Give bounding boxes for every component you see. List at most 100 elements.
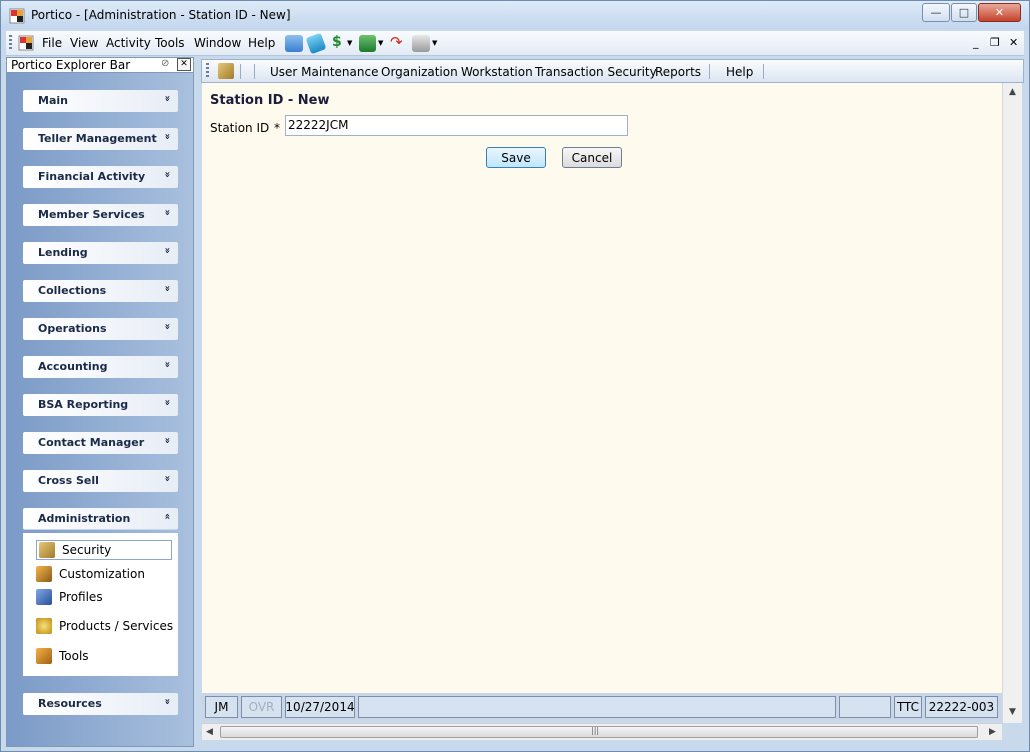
cash-dropdown-icon[interactable]: ▼ bbox=[378, 39, 383, 47]
status-station: 22222-003 bbox=[925, 696, 998, 718]
category-bsa-reporting[interactable]: BSA Reporting » bbox=[23, 394, 178, 416]
mdi-minimize-icon[interactable]: _ bbox=[973, 36, 979, 49]
save-button[interactable]: Save bbox=[486, 147, 546, 168]
category-lending[interactable]: Lending » bbox=[23, 242, 178, 264]
dollar-icon[interactable]: $ bbox=[332, 34, 344, 51]
chevron-down-icon: » bbox=[161, 247, 173, 254]
explorer-toggle-icon[interactable] bbox=[285, 35, 303, 52]
category-accounting[interactable]: Accounting » bbox=[23, 356, 178, 378]
maximize-button[interactable]: □ bbox=[951, 3, 977, 22]
tools-icon bbox=[36, 648, 52, 664]
chevron-down-icon: » bbox=[161, 698, 173, 705]
chevron-down-icon: » bbox=[161, 171, 173, 178]
status-message bbox=[358, 696, 836, 718]
admin-item-customization[interactable]: Customization bbox=[36, 564, 145, 584]
title-bar[interactable]: Portico - [Administration - Station ID -… bbox=[1, 1, 1029, 29]
menu-transaction-security[interactable]: Transaction Security bbox=[535, 65, 657, 79]
category-label: Operations bbox=[38, 322, 107, 335]
toolbar-separator bbox=[709, 64, 710, 79]
menu-activity[interactable]: Activity bbox=[106, 36, 151, 50]
category-cross-sell[interactable]: Cross Sell » bbox=[23, 470, 178, 492]
toolbar-separator bbox=[254, 64, 255, 79]
menu-help[interactable]: Help bbox=[248, 36, 275, 50]
category-resources[interactable]: Resources » bbox=[23, 693, 178, 715]
category-collections[interactable]: Collections » bbox=[23, 280, 178, 302]
form-area: Station ID - New Station ID * 22222JCM S… bbox=[202, 83, 1002, 693]
menu-organization[interactable]: Organization bbox=[381, 65, 458, 79]
main-menu-bar: File View Activity Tools Window Help $ ▼… bbox=[6, 31, 1024, 56]
mdi-restore-icon[interactable]: ❐ bbox=[990, 36, 1000, 49]
chevron-down-icon: » bbox=[161, 95, 173, 102]
chevron-down-icon: » bbox=[161, 399, 173, 406]
scroll-up-icon[interactable]: ▲ bbox=[1009, 87, 1016, 97]
menu-tools[interactable]: Tools bbox=[155, 36, 185, 50]
scroll-down-icon[interactable]: ▼ bbox=[1009, 707, 1016, 717]
menu-view[interactable]: View bbox=[70, 36, 98, 50]
security-key-icon[interactable] bbox=[218, 63, 234, 79]
close-button[interactable]: ✕ bbox=[978, 3, 1021, 22]
administration-toolbar: User Maintenance Organization Workstatio… bbox=[201, 59, 1024, 83]
category-label: Member Services bbox=[38, 208, 145, 221]
toolbar-separator bbox=[763, 64, 764, 79]
horizontal-scrollbar[interactable]: ◀ ||| ▶ bbox=[202, 723, 1002, 740]
explorer-bar-title: Portico Explorer Bar bbox=[11, 58, 131, 72]
redo-arrow-icon[interactable]: ↷ bbox=[390, 33, 406, 51]
menu-workstation[interactable]: Workstation bbox=[461, 65, 533, 79]
minimize-button[interactable]: — bbox=[922, 3, 950, 22]
menu-file[interactable]: File bbox=[42, 36, 62, 50]
minimize-icon: — bbox=[930, 6, 942, 19]
category-label: Lending bbox=[38, 246, 88, 259]
menu-help[interactable]: Help bbox=[726, 65, 753, 79]
scroll-right-icon[interactable]: ▶ bbox=[989, 727, 996, 737]
category-member-services[interactable]: Member Services » bbox=[23, 204, 178, 226]
vertical-scrollbar[interactable]: ▲ ▼ bbox=[1002, 83, 1022, 723]
menu-window[interactable]: Window bbox=[194, 36, 241, 50]
admin-item-security[interactable]: Security bbox=[36, 540, 172, 560]
portico-menu-icon[interactable] bbox=[18, 35, 34, 51]
menu-grip-icon[interactable] bbox=[9, 35, 12, 51]
category-label: BSA Reporting bbox=[38, 398, 129, 411]
category-contact-manager[interactable]: Contact Manager » bbox=[23, 432, 178, 454]
category-label: Contact Manager bbox=[38, 436, 145, 449]
chevron-down-icon: » bbox=[161, 475, 173, 482]
admin-item-label: Profiles bbox=[59, 590, 103, 604]
printer-icon[interactable] bbox=[412, 35, 430, 52]
category-main[interactable]: Main » bbox=[23, 90, 178, 112]
category-financial-activity[interactable]: Financial Activity » bbox=[23, 166, 178, 188]
menu-user-maintenance[interactable]: User Maintenance bbox=[270, 65, 378, 79]
admin-item-profiles[interactable]: Profiles bbox=[36, 587, 103, 607]
pin-icon[interactable]: ⊘ bbox=[161, 58, 174, 71]
cash-drawer-icon[interactable] bbox=[359, 35, 376, 52]
chevron-down-icon: » bbox=[161, 133, 173, 140]
chevron-up-icon: « bbox=[161, 513, 173, 520]
mdi-close-icon[interactable]: ✕ bbox=[1009, 36, 1018, 49]
category-teller-management[interactable]: Teller Management » bbox=[23, 128, 178, 150]
printer-dropdown-icon[interactable]: ▼ bbox=[432, 39, 437, 47]
category-administration[interactable]: Administration « bbox=[23, 508, 178, 530]
card-icon[interactable] bbox=[305, 32, 327, 55]
profiles-icon bbox=[36, 589, 52, 605]
explorer-bar-header: Portico Explorer Bar ⊘ ✕ bbox=[6, 57, 194, 73]
dollar-dropdown-icon[interactable]: ▼ bbox=[347, 39, 352, 47]
category-label: Cross Sell bbox=[38, 474, 99, 487]
admin-item-products-services[interactable]: Products / Services bbox=[36, 616, 173, 636]
administration-panel: Security Customization Profiles Products… bbox=[23, 533, 178, 676]
toolbar-grip-icon[interactable] bbox=[206, 63, 209, 79]
category-label: Resources bbox=[38, 697, 102, 710]
category-operations[interactable]: Operations » bbox=[23, 318, 178, 340]
admin-item-label: Customization bbox=[59, 567, 145, 581]
customization-icon bbox=[36, 566, 52, 582]
category-label: Teller Management bbox=[38, 132, 157, 145]
scroll-thumb[interactable]: ||| bbox=[220, 726, 978, 738]
explorer-close-icon[interactable]: ✕ bbox=[177, 58, 191, 71]
toolbar-separator bbox=[240, 64, 241, 79]
scroll-grip-icon: ||| bbox=[591, 726, 600, 735]
admin-item-tools[interactable]: Tools bbox=[36, 646, 89, 666]
chevron-down-icon: » bbox=[161, 285, 173, 292]
station-id-label: Station ID bbox=[210, 121, 270, 135]
scroll-left-icon[interactable]: ◀ bbox=[206, 727, 213, 737]
station-id-input[interactable]: 22222JCM bbox=[285, 115, 628, 136]
window-title: Portico - [Administration - Station ID -… bbox=[31, 8, 291, 22]
menu-reports[interactable]: Reports bbox=[655, 65, 701, 79]
cancel-button[interactable]: Cancel bbox=[562, 147, 622, 168]
